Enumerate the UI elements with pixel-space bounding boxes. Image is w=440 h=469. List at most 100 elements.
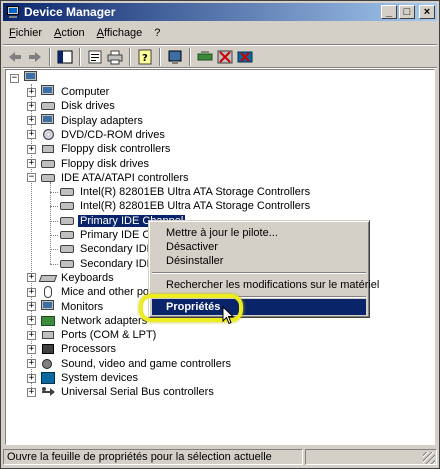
- scan-hardware-icon: [168, 50, 182, 64]
- properties-button[interactable]: [85, 47, 105, 67]
- menu-view[interactable]: Affichage: [91, 27, 149, 39]
- tree-category-label: Computer: [61, 86, 110, 98]
- tree-category[interactable]: + Disk drives: [27, 99, 117, 113]
- tree-category[interactable]: + Monitors: [27, 299, 105, 314]
- toolbar-separator: [79, 48, 81, 66]
- menu-help[interactable]: ?: [148, 27, 166, 39]
- floppy-icon: [40, 157, 56, 171]
- tree-category[interactable]: − IDE ATA/ATAPI controllers: [27, 171, 191, 185]
- help-icon: ?: [138, 49, 152, 65]
- collapse-toggle[interactable]: −: [10, 73, 19, 83]
- usb-icon: [40, 385, 56, 399]
- mouse-icon: [40, 285, 56, 299]
- tree-category-label: Floppy disk controllers: [61, 143, 171, 156]
- uninstall-icon: [217, 50, 233, 64]
- uninstall-button[interactable]: [215, 47, 235, 67]
- tree-category[interactable]: + Universal Serial Bus controllers: [27, 385, 216, 399]
- expand-toggle[interactable]: +: [27, 373, 36, 383]
- cdrom-icon: [40, 128, 56, 142]
- menu-action[interactable]: Action: [48, 27, 91, 39]
- monitor-icon: [40, 113, 56, 128]
- forward-arrow-icon: [29, 52, 41, 62]
- expand-toggle[interactable]: +: [27, 273, 36, 283]
- processor-icon: [40, 342, 56, 356]
- tree-category-label: IDE ATA/ATAPI controllers: [61, 171, 189, 184]
- tree-category[interactable]: + Ports (COM & LPT): [27, 328, 158, 342]
- tree-category-label: Ports (COM & LPT): [61, 329, 157, 342]
- tree-category-label: Floppy disk drives: [61, 157, 150, 170]
- ide-controller-icon: [59, 257, 75, 271]
- svg-text:?: ?: [142, 53, 148, 64]
- expand-toggle[interactable]: +: [27, 144, 36, 154]
- tree-category[interactable]: + Floppy disk drives: [27, 157, 151, 171]
- expand-toggle[interactable]: +: [27, 359, 36, 369]
- update-driver-button[interactable]: [195, 47, 215, 67]
- tree-category-label: Processors: [61, 343, 117, 356]
- tree-category[interactable]: + DVD/CD-ROM drives: [27, 128, 167, 142]
- ide-controller-icon: [59, 199, 75, 213]
- expand-toggle[interactable]: +: [27, 130, 36, 140]
- expand-toggle[interactable]: +: [27, 87, 36, 97]
- close-button[interactable]: ×: [419, 5, 435, 19]
- disable-button[interactable]: [235, 47, 255, 67]
- tree-guide-line: [50, 182, 51, 264]
- expand-toggle[interactable]: +: [27, 101, 36, 111]
- status-panel: [305, 449, 437, 465]
- tree-category[interactable]: + Display adapters: [27, 113, 145, 128]
- tree-category-label: Sound, video and game controllers: [61, 357, 231, 370]
- tree-category-label: Keyboards: [61, 271, 114, 284]
- expand-toggle[interactable]: +: [27, 330, 36, 340]
- expand-toggle[interactable]: +: [27, 287, 36, 297]
- tree-category[interactable]: + Computer: [27, 85, 111, 99]
- tree-category[interactable]: + System devices: [27, 371, 140, 385]
- menu-uninstall[interactable]: Désinstaller: [152, 253, 366, 269]
- tree-pane-icon: [57, 50, 73, 64]
- disk-drive-icon: [40, 99, 56, 113]
- expand-toggle[interactable]: +: [27, 302, 36, 311]
- status-text: Ouvre la feuille de propriétés pour la s…: [3, 449, 303, 465]
- minimize-button[interactable]: _: [381, 5, 397, 19]
- expand-toggle[interactable]: +: [27, 316, 36, 326]
- controller-icon: [40, 142, 56, 156]
- tree-category[interactable]: + Processors: [27, 342, 118, 356]
- monitor-icon: [40, 299, 56, 314]
- scan-hardware-button[interactable]: [165, 47, 185, 67]
- computer-icon: [23, 71, 39, 85]
- tree-device[interactable]: Intel(R) 82801EB Ultra ATA Storage Contr…: [55, 199, 312, 213]
- tree-category[interactable]: + Keyboards: [27, 271, 116, 285]
- ide-icon: [40, 171, 56, 185]
- update-driver-icon: [197, 51, 213, 61]
- show-hide-tree-button[interactable]: [55, 47, 75, 67]
- help-button[interactable]: ?: [135, 47, 155, 67]
- menu-file[interactable]: Fichier: [3, 27, 48, 39]
- expand-toggle[interactable]: +: [27, 159, 36, 168]
- system-icon: [40, 371, 56, 385]
- tree-device-label: Intel(R) 82801EB Ultra ATA Storage Contr…: [80, 186, 311, 199]
- tree-device[interactable]: Intel(R) 82801EB Ultra ATA Storage Contr…: [55, 185, 312, 199]
- sound-icon: [40, 357, 56, 371]
- window-title: Device Manager: [24, 5, 116, 19]
- back-button[interactable]: [5, 47, 25, 67]
- expand-toggle[interactable]: +: [27, 344, 36, 354]
- resize-grip[interactable]: [423, 452, 435, 464]
- device-manager-icon: [6, 5, 20, 19]
- menu-scan-changes[interactable]: Rechercher les modifications sur le maté…: [152, 277, 379, 293]
- tree-root[interactable]: −: [10, 71, 46, 85]
- disable-icon: [237, 51, 253, 63]
- collapse-toggle[interactable]: −: [27, 173, 36, 183]
- port-icon: [40, 328, 56, 342]
- tree-category[interactable]: + Floppy disk controllers: [27, 142, 172, 156]
- status-bar: Ouvre la feuille de propriétés pour la s…: [3, 448, 437, 466]
- expand-toggle[interactable]: +: [27, 116, 36, 126]
- print-button[interactable]: [105, 47, 125, 67]
- forward-button[interactable]: [25, 47, 45, 67]
- title-bar[interactable]: Device Manager _ □ ×: [3, 3, 437, 21]
- toolbar-separator: [49, 48, 51, 66]
- tree-category[interactable]: + Network adapters: [27, 314, 149, 328]
- maximize-button[interactable]: □: [399, 5, 415, 19]
- tree-category[interactable]: + Sound, video and game controllers: [27, 357, 233, 371]
- back-arrow-icon: [9, 52, 21, 62]
- tree-category-label: DVD/CD-ROM drives: [61, 128, 165, 141]
- expand-toggle[interactable]: +: [27, 387, 36, 397]
- toolbar-separator: [189, 48, 191, 66]
